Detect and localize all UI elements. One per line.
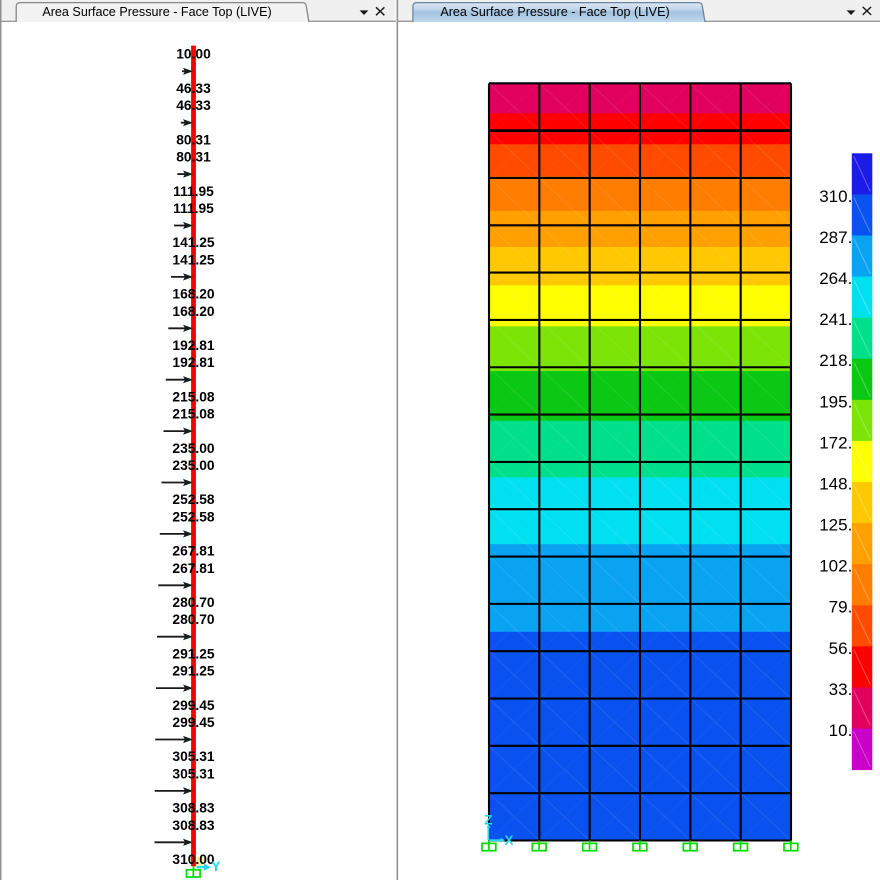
svg-text:Y: Y <box>212 859 221 874</box>
svg-text:141.25: 141.25 <box>172 252 215 267</box>
svg-text:305.31: 305.31 <box>172 749 215 764</box>
svg-text:125.: 125. <box>819 516 852 535</box>
svg-text:235.00: 235.00 <box>172 441 215 456</box>
svg-text:252.58: 252.58 <box>172 492 215 507</box>
svg-text:192.81: 192.81 <box>172 355 215 370</box>
svg-text:280.70: 280.70 <box>172 595 215 610</box>
svg-text:291.25: 291.25 <box>172 646 215 661</box>
svg-text:Area Surface Pressure - Face T: Area Surface Pressure - Face Top (LIVE) <box>440 5 669 19</box>
svg-text:235.00: 235.00 <box>172 458 215 473</box>
svg-text:X: X <box>505 833 514 848</box>
svg-text:111.95: 111.95 <box>173 201 214 216</box>
svg-text:111.95: 111.95 <box>173 184 214 199</box>
svg-text:168.20: 168.20 <box>172 304 215 319</box>
svg-text:215.08: 215.08 <box>172 407 215 422</box>
svg-text:79.: 79. <box>829 598 853 617</box>
svg-text:56.: 56. <box>829 639 853 658</box>
svg-text:192.81: 192.81 <box>172 338 215 353</box>
svg-text:308.83: 308.83 <box>172 801 215 816</box>
svg-text:102.: 102. <box>819 557 852 576</box>
svg-text:10.00: 10.00 <box>176 47 211 62</box>
svg-text:141.25: 141.25 <box>172 235 215 250</box>
svg-text:172.: 172. <box>819 433 852 452</box>
svg-text:215.08: 215.08 <box>172 389 215 404</box>
svg-text:299.45: 299.45 <box>172 698 215 713</box>
svg-text:267.81: 267.81 <box>172 561 215 576</box>
svg-text:267.81: 267.81 <box>172 544 215 559</box>
svg-text:80.31: 80.31 <box>176 132 211 147</box>
svg-text:264.: 264. <box>819 269 852 288</box>
svg-text:10.: 10. <box>829 721 853 740</box>
svg-text:195.: 195. <box>819 392 852 411</box>
svg-text:Area Surface Pressure - Face T: Area Surface Pressure - Face Top (LIVE) <box>42 5 271 19</box>
svg-text:80.31: 80.31 <box>176 150 211 165</box>
svg-text:241.: 241. <box>819 310 852 329</box>
svg-text:33.: 33. <box>829 680 853 699</box>
svg-text:148.: 148. <box>819 474 852 493</box>
svg-text:218.: 218. <box>819 351 852 370</box>
svg-text:310.00: 310.00 <box>172 852 215 867</box>
svg-text:168.20: 168.20 <box>172 287 215 302</box>
svg-text:310.: 310. <box>819 187 852 206</box>
svg-text:305.31: 305.31 <box>172 766 215 781</box>
svg-text:46.33: 46.33 <box>176 81 211 96</box>
svg-text:291.25: 291.25 <box>172 664 215 679</box>
svg-text:308.83: 308.83 <box>172 818 215 833</box>
svg-text:280.70: 280.70 <box>172 612 215 627</box>
svg-text:252.58: 252.58 <box>172 509 215 524</box>
svg-text:287.: 287. <box>819 228 852 247</box>
svg-text:299.45: 299.45 <box>172 715 215 730</box>
svg-text:46.33: 46.33 <box>176 98 211 113</box>
